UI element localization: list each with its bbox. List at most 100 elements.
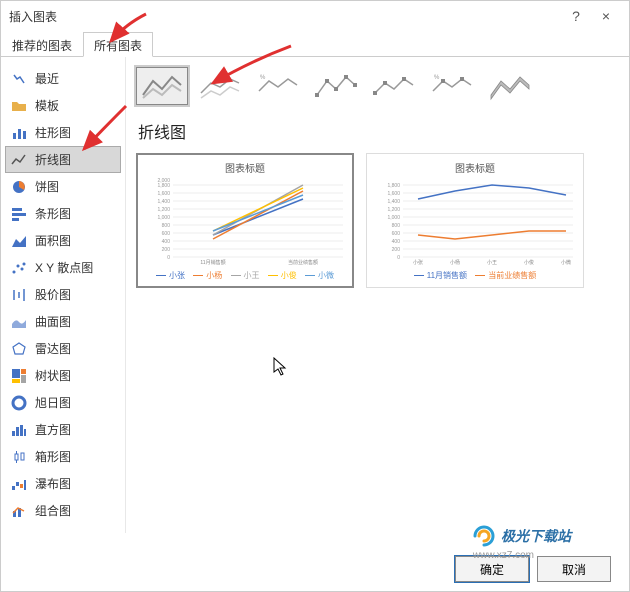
waterfall-icon <box>11 476 27 492</box>
sidebar-item-label: 折线图 <box>35 151 71 168</box>
sunburst-icon <box>11 395 27 411</box>
svg-text:1,600: 1,600 <box>157 191 170 197</box>
stock-chart-icon <box>11 287 27 303</box>
svg-text:800: 800 <box>162 223 171 229</box>
svg-text:11月销售额: 11月销售额 <box>200 259 225 265</box>
surface-chart-icon <box>11 314 27 330</box>
sidebar-item-sunburst[interactable]: 旭日图 <box>5 389 121 416</box>
svg-text:200: 200 <box>162 247 171 253</box>
sidebar-item-label: 雷达图 <box>35 340 71 357</box>
svg-text:%: % <box>434 75 440 81</box>
sidebar-item-label: 柱形图 <box>35 124 71 141</box>
subtype-stacked-line-markers[interactable] <box>368 67 420 105</box>
line-chart-icon <box>11 152 27 168</box>
tab-recommended[interactable]: 推荐的图表 <box>1 32 83 57</box>
subtype-100stacked-line[interactable]: % <box>252 67 304 105</box>
sidebar-item-recent[interactable]: 最近 <box>5 65 121 92</box>
recent-icon <box>11 71 27 87</box>
svg-text:小杨: 小杨 <box>450 259 460 265</box>
bar-chart-icon <box>11 206 27 222</box>
sidebar-item-label: 箱形图 <box>35 448 71 465</box>
sidebar-item-pie[interactable]: 饼图 <box>5 173 121 200</box>
subtype-line[interactable] <box>136 67 188 105</box>
svg-text:1,200: 1,200 <box>157 207 170 213</box>
svg-text:200: 200 <box>392 247 401 253</box>
area-chart-icon <box>11 233 27 249</box>
svg-text:1,400: 1,400 <box>157 199 170 205</box>
svg-text:400: 400 <box>392 239 401 245</box>
svg-text:600: 600 <box>162 231 171 237</box>
histogram-icon <box>11 422 27 438</box>
svg-text:2,000: 2,000 <box>157 178 170 184</box>
line-subtype-row: % % <box>136 67 619 105</box>
svg-text:800: 800 <box>392 223 401 229</box>
sidebar-item-label: 旭日图 <box>35 394 71 411</box>
svg-text:当前业绩售额: 当前业绩售额 <box>288 259 318 265</box>
ok-button[interactable]: 确定 <box>455 556 529 582</box>
cancel-button[interactable]: 取消 <box>537 556 611 582</box>
svg-text:小张: 小张 <box>413 259 423 265</box>
sidebar-item-histogram[interactable]: 直方图 <box>5 416 121 443</box>
sidebar-item-line[interactable]: 折线图 <box>5 146 121 173</box>
sidebar-item-treemap[interactable]: 树状图 <box>5 362 121 389</box>
sidebar-item-box[interactable]: 箱形图 <box>5 443 121 470</box>
preview-2-chart: 02004006008001,0001,2001,4001,6001,800 小… <box>373 177 577 265</box>
preview-1-legend: 小张 小杨 小王 小俊 小微 <box>143 269 347 281</box>
sidebar-item-label: 瀑布图 <box>35 475 71 492</box>
window-title: 插入图表 <box>9 8 57 25</box>
sidebar-item-label: 曲面图 <box>35 313 71 330</box>
sidebar-item-surface[interactable]: 曲面图 <box>5 308 121 335</box>
subtype-3d-line[interactable] <box>484 67 536 105</box>
chart-type-list: 最近 模板 柱形图 折线图 饼图 条形图 面积图 X Y 散点图 <box>1 57 126 533</box>
sidebar-item-templates[interactable]: 模板 <box>5 92 121 119</box>
tab-all-charts[interactable]: 所有图表 <box>83 32 153 57</box>
sidebar-item-area[interactable]: 面积图 <box>5 227 121 254</box>
subtype-line-markers[interactable] <box>310 67 362 105</box>
dialog-footer: 确定 取消 <box>1 547 629 591</box>
svg-text:%: % <box>260 75 266 81</box>
sidebar-item-label: X Y 散点图 <box>35 259 93 276</box>
pie-chart-icon <box>11 179 27 195</box>
sidebar-item-scatter[interactable]: X Y 散点图 <box>5 254 121 281</box>
svg-text:1,000: 1,000 <box>157 215 170 221</box>
sidebar-item-stock[interactable]: 股价图 <box>5 281 121 308</box>
sidebar-item-column[interactable]: 柱形图 <box>5 119 121 146</box>
sidebar-item-label: 股价图 <box>35 286 71 303</box>
preview-row: 图表标题 02004006008001,0001,2001,4001,6001,… <box>136 153 619 288</box>
svg-text:1,600: 1,600 <box>387 191 400 197</box>
preview-2-legend: 11月销售额 当前业绩售额 <box>373 269 577 281</box>
sidebar-item-waterfall[interactable]: 瀑布图 <box>5 470 121 497</box>
preview-1[interactable]: 图表标题 02004006008001,0001,2001,4001,6001,… <box>136 153 354 288</box>
preview-1-chart: 02004006008001,0001,2001,4001,6001,8002,… <box>143 177 347 265</box>
sidebar-item-label: 条形图 <box>35 205 71 222</box>
svg-text:600: 600 <box>392 231 401 237</box>
sidebar-item-combo[interactable]: 组合图 <box>5 497 121 524</box>
column-chart-icon <box>11 125 27 141</box>
dialog-body: 最近 模板 柱形图 折线图 饼图 条形图 面积图 X Y 散点图 <box>1 57 629 533</box>
sidebar-item-bar[interactable]: 条形图 <box>5 200 121 227</box>
subtype-100stacked-line-markers[interactable]: % <box>426 67 478 105</box>
sidebar-item-label: 树状图 <box>35 367 71 384</box>
sidebar-item-label: 面积图 <box>35 232 71 249</box>
chart-type-heading: 折线图 <box>138 119 619 143</box>
sidebar-item-label: 组合图 <box>35 502 71 519</box>
close-button[interactable]: × <box>591 8 621 24</box>
folder-icon <box>11 98 27 114</box>
scatter-chart-icon <box>11 260 27 276</box>
svg-text:1,400: 1,400 <box>387 199 400 205</box>
combo-chart-icon <box>11 503 27 519</box>
preview-2[interactable]: 图表标题 02004006008001,0001,2001,4001,6001,… <box>366 153 584 288</box>
box-plot-icon <box>11 449 27 465</box>
sidebar-item-label: 最近 <box>35 70 59 87</box>
treemap-icon <box>11 368 27 384</box>
subtype-stacked-line[interactable] <box>194 67 246 105</box>
radar-chart-icon <box>11 341 27 357</box>
svg-text:小俊: 小俊 <box>524 259 534 265</box>
sidebar-item-label: 饼图 <box>35 178 59 195</box>
svg-text:400: 400 <box>162 239 171 245</box>
sidebar-item-radar[interactable]: 雷达图 <box>5 335 121 362</box>
sidebar-item-label: 模板 <box>35 97 59 114</box>
svg-text:1,000: 1,000 <box>387 215 400 221</box>
svg-text:1,800: 1,800 <box>387 183 400 189</box>
help-button[interactable]: ? <box>561 8 591 24</box>
